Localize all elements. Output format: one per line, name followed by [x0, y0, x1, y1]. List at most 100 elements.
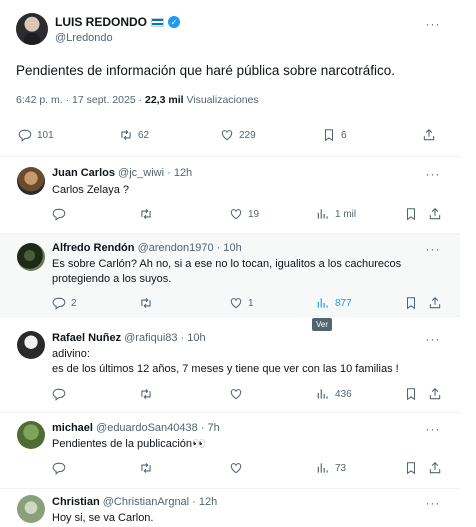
- like-button[interactable]: [229, 461, 243, 475]
- reply-time[interactable]: · 12h: [164, 167, 192, 179]
- bookmark-button[interactable]: [404, 461, 418, 475]
- tweet-text: Pendientes de información que haré públi…: [16, 63, 395, 78]
- views-count: 877: [335, 297, 352, 309]
- reply-header: Juan Carlos @jc_wiwi · 12h: [52, 167, 192, 179]
- share-icon: [428, 461, 442, 475]
- honduras-flag-icon: [151, 17, 165, 27]
- repost-icon: [139, 387, 153, 401]
- avatar[interactable]: [17, 331, 45, 359]
- more-icon[interactable]: ···: [425, 423, 441, 437]
- reply-icon: [52, 387, 66, 401]
- reply-time[interactable]: · 10h: [178, 332, 206, 344]
- reply-author-handle[interactable]: @ChristianArgnal: [103, 496, 189, 508]
- reply-time[interactable]: · 7h: [198, 422, 220, 434]
- views-icon: [316, 207, 330, 221]
- share-icon: [428, 387, 442, 401]
- reply-author-name[interactable]: Juan Carlos: [52, 167, 115, 179]
- tweet-time[interactable]: 6:42 p. m. · 17 sept. 2025 ·: [16, 94, 145, 106]
- reply-author-name[interactable]: Alfredo Rendón: [52, 242, 135, 254]
- reply-button[interactable]: 101: [18, 128, 54, 142]
- repost-button[interactable]: [139, 461, 153, 475]
- bookmark-icon: [404, 387, 418, 401]
- reply-icon: [52, 207, 66, 221]
- bookmark-icon: [404, 296, 418, 310]
- reply-item[interactable]: Christian @ChristianArgnal · 12h ··· Hoy…: [0, 489, 460, 527]
- views-button[interactable]: 73: [316, 461, 346, 475]
- reply-icon: [52, 461, 66, 475]
- author-handle[interactable]: @Lredondo: [55, 32, 113, 44]
- avatar[interactable]: [16, 13, 48, 45]
- share-button[interactable]: [428, 207, 442, 221]
- reply-author-handle[interactable]: @rafiqui83: [124, 332, 177, 344]
- like-button[interactable]: 229: [220, 128, 256, 142]
- repost-icon: [139, 207, 153, 221]
- reply-time[interactable]: · 12h: [189, 496, 217, 508]
- reply-item[interactable]: Juan Carlos @jc_wiwi · 12h ··· Carlos Ze…: [0, 157, 460, 233]
- reply-item[interactable]: michael @eduardoSan40438 · 7h ··· Pendie…: [0, 413, 460, 488]
- views-icon: [316, 461, 330, 475]
- like-icon: [220, 128, 234, 142]
- bookmark-button[interactable]: [404, 296, 418, 310]
- reply-text: Carlos Zelaya ?: [52, 184, 130, 196]
- avatar[interactable]: [17, 243, 45, 271]
- reply-icon: [18, 128, 32, 142]
- like-button[interactable]: [229, 387, 243, 401]
- bookmark-button[interactable]: [404, 207, 418, 221]
- reply-button[interactable]: [52, 461, 66, 475]
- views-button[interactable]: 436: [316, 387, 352, 401]
- more-icon[interactable]: ···: [425, 243, 441, 257]
- reply-item[interactable]: Alfredo Rendón @arendon1970 · 10h ··· Es…: [0, 234, 460, 316]
- views-count: 22,3 mil: [145, 94, 184, 106]
- repost-icon: [119, 128, 133, 142]
- more-icon[interactable]: ···: [425, 333, 441, 347]
- reply-header: Alfredo Rendón @arendon1970 · 10h: [52, 242, 242, 254]
- reply-author-handle[interactable]: @arendon1970: [138, 242, 214, 254]
- like-count: 1: [248, 297, 254, 309]
- share-button[interactable]: [422, 128, 436, 142]
- reply-author-name[interactable]: michael: [52, 422, 93, 434]
- reply-text: Pendientes de la publicación👀: [52, 438, 206, 450]
- more-icon[interactable]: ···: [425, 497, 441, 511]
- like-button[interactable]: 19: [229, 207, 259, 221]
- reply-header: michael @eduardoSan40438 · 7h: [52, 422, 220, 434]
- reply-author-handle[interactable]: @jc_wiwi: [118, 167, 164, 179]
- views-button[interactable]: 877: [316, 296, 352, 310]
- views-icon: [316, 296, 330, 310]
- tweet-actions: 101 62 229 6: [16, 128, 446, 146]
- reply-text: Hoy si, se va Carlon.: [52, 512, 154, 524]
- repost-button[interactable]: 62: [119, 128, 149, 142]
- reply-button[interactable]: 2: [52, 296, 77, 310]
- repost-button[interactable]: [139, 207, 153, 221]
- avatar[interactable]: [17, 495, 45, 523]
- tweet-meta: 6:42 p. m. · 17 sept. 2025 · 22,3 mil Vi…: [16, 94, 259, 106]
- reply-count: 101: [37, 129, 54, 141]
- like-icon: [229, 296, 243, 310]
- more-icon[interactable]: ···: [425, 18, 441, 32]
- share-button[interactable]: [428, 461, 442, 475]
- reply-author-name[interactable]: Rafael Nuñez: [52, 332, 121, 344]
- like-button[interactable]: 1: [229, 296, 254, 310]
- reply-button[interactable]: [52, 387, 66, 401]
- reply-text: adivino: es de los últimos 12 años, 7 me…: [52, 348, 399, 375]
- author-name[interactable]: LUIS REDONDO: [55, 15, 147, 29]
- share-button[interactable]: [428, 296, 442, 310]
- reply-item[interactable]: Rafael Nuñez @rafiqui83 · 10h ··· adivin…: [0, 317, 460, 412]
- reply-author-handle[interactable]: @eduardoSan40438: [96, 422, 198, 434]
- reply-button[interactable]: [52, 207, 66, 221]
- bookmark-button[interactable]: [404, 387, 418, 401]
- repost-button[interactable]: [139, 387, 153, 401]
- reply-time[interactable]: · 10h: [214, 242, 242, 254]
- reply-icon: [52, 296, 66, 310]
- avatar[interactable]: [17, 167, 45, 195]
- share-button[interactable]: [428, 387, 442, 401]
- repost-button[interactable]: [139, 296, 153, 310]
- bookmark-button[interactable]: 6: [322, 128, 347, 142]
- reply-author-name[interactable]: Christian: [52, 496, 100, 508]
- share-icon: [428, 296, 442, 310]
- views-button[interactable]: 1 mil: [316, 207, 356, 221]
- bookmark-icon: [404, 207, 418, 221]
- like-icon: [229, 207, 243, 221]
- views-count: 73: [335, 462, 347, 474]
- more-icon[interactable]: ···: [425, 168, 441, 182]
- avatar[interactable]: [17, 421, 45, 449]
